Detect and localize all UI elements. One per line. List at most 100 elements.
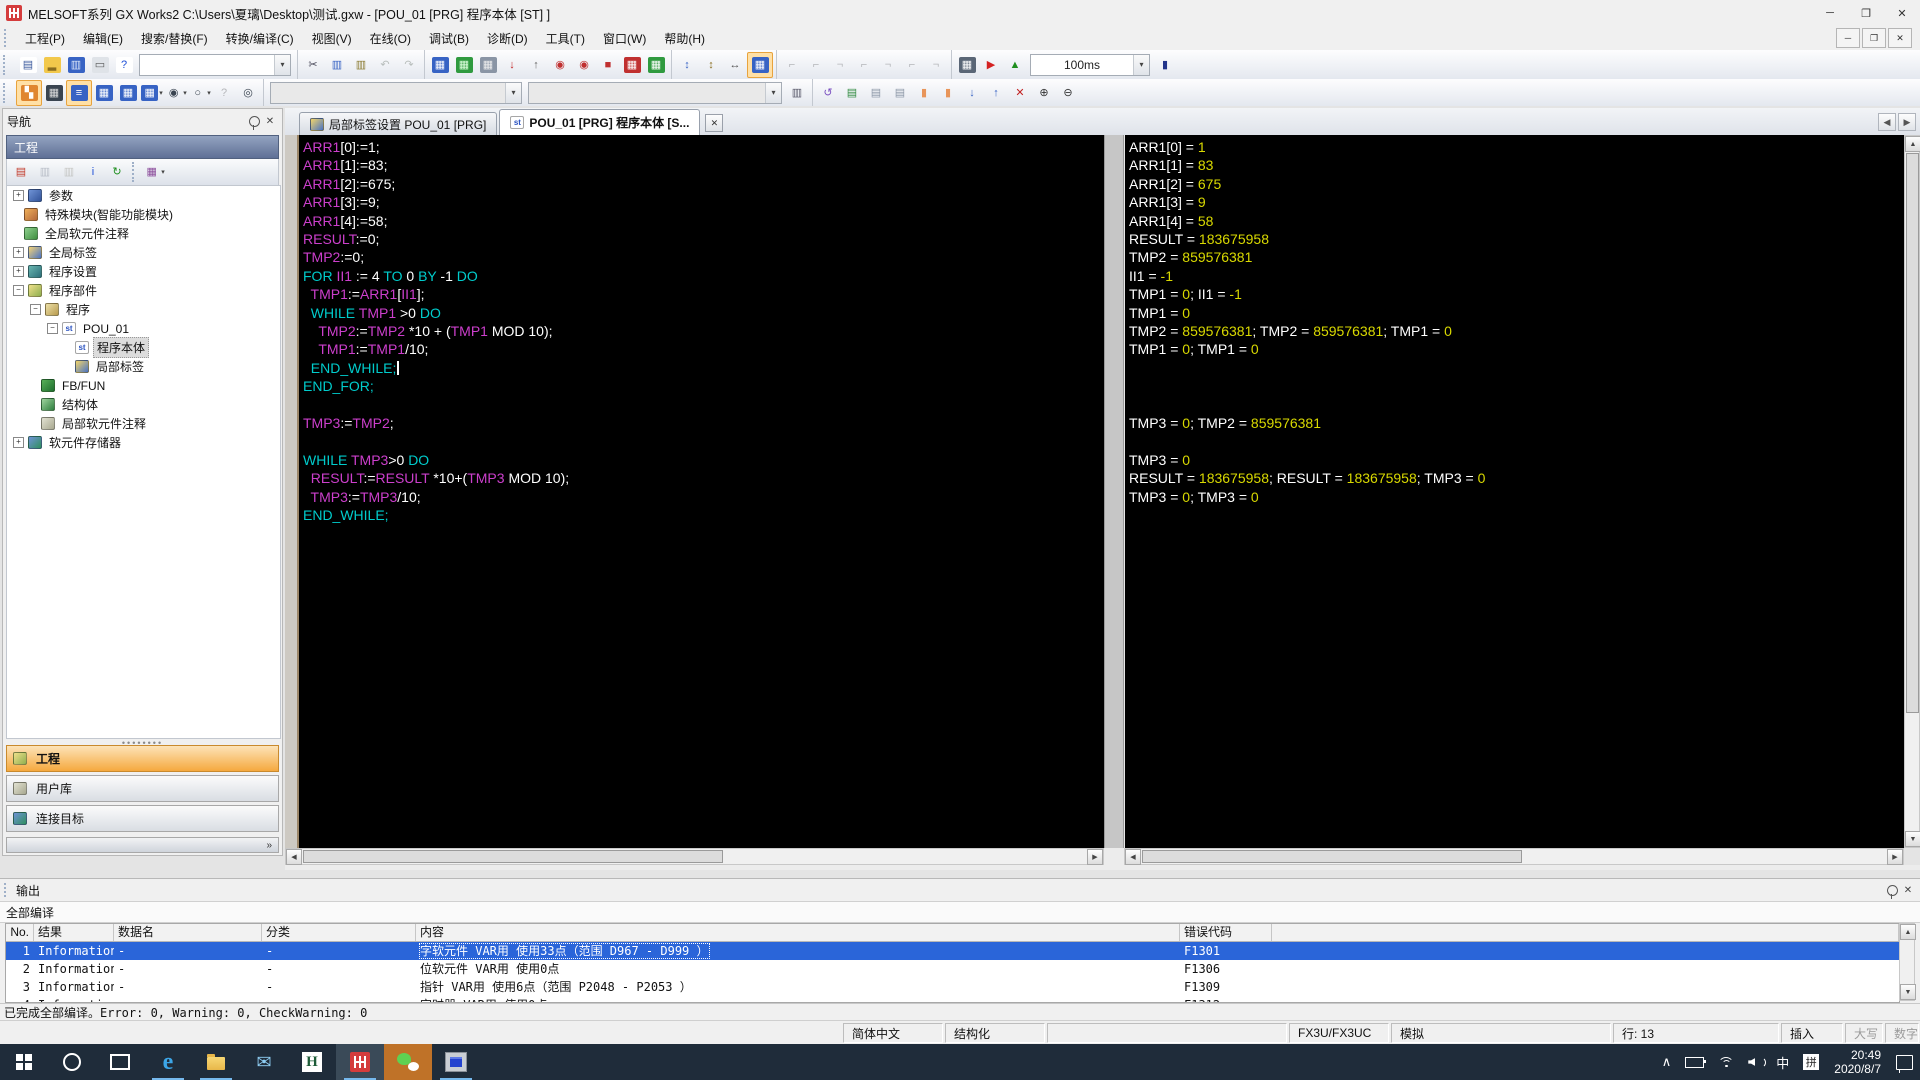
fb-selection-1-icon[interactable]: ▤: [864, 81, 888, 105]
column-header-4[interactable]: 分类: [262, 924, 416, 941]
zoom-in-icon[interactable]: ⊕: [1032, 81, 1056, 105]
tab-program-body-tab[interactable]: stPOU_01 [PRG] 程序本体 [S...: [499, 109, 700, 135]
taskbar-gx-works2-icon[interactable]: [336, 1044, 384, 1080]
expand-icon[interactable]: +: [13, 437, 24, 448]
code-horizontal-scrollbar[interactable]: ◀ ▶: [285, 848, 1104, 865]
monitor-scroll-thumb[interactable]: [1142, 850, 1522, 863]
menu-item-6[interactable]: 在线(O): [361, 27, 420, 50]
device-batch-icon[interactable]: ▦▾: [140, 81, 164, 105]
device-test-green-icon[interactable]: ▦: [644, 53, 668, 77]
scroll-down-icon[interactable]: ▼: [1905, 831, 1920, 847]
simulation-start-icon[interactable]: ▶: [979, 53, 1003, 77]
close-button[interactable]: ✕: [1884, 0, 1920, 26]
output-scrollbar[interactable]: ▲ ▼: [1899, 923, 1915, 1001]
help-icon[interactable]: ?: [112, 53, 136, 77]
simulation-option-icon[interactable]: ▮: [1153, 53, 1177, 77]
taskbar-file-explorer-icon[interactable]: [192, 1044, 240, 1080]
menu-item-5[interactable]: 视图(V): [303, 27, 361, 50]
save-project-icon[interactable]: ▥: [64, 53, 88, 77]
print-icon[interactable]: ▭: [88, 53, 112, 77]
zoom-out-icon[interactable]: ⊖: [1056, 81, 1080, 105]
expand-icon[interactable]: +: [13, 190, 24, 201]
label-bar-1-icon[interactable]: ▮: [912, 81, 936, 105]
st-undo-icon[interactable]: ↺: [816, 81, 840, 105]
fb-insert-icon[interactable]: ▤: [840, 81, 864, 105]
menu-item-8[interactable]: 诊断(D): [478, 27, 537, 50]
column-header-6[interactable]: 错误代码: [1180, 924, 1272, 941]
tree-item-parameter[interactable]: +参数: [7, 186, 280, 205]
output-row-4[interactable]: 4Information--定时器 VAR用 使用0点F1312: [6, 996, 1899, 1003]
tray-chevron-icon[interactable]: ∧: [1655, 1044, 1679, 1080]
expand-icon[interactable]: +: [13, 266, 24, 277]
menu-item-2[interactable]: 编辑(E): [74, 27, 132, 50]
editor-splitter[interactable]: [1104, 135, 1124, 848]
nav-refresh-icon[interactable]: ↻: [105, 160, 129, 184]
find-device-icon[interactable]: ○▾: [188, 81, 212, 105]
nav-button-user-library[interactable]: 用户库: [6, 775, 279, 802]
delete-label-icon[interactable]: ✕: [1008, 81, 1032, 105]
tree-item-program-body[interactable]: st程序本体: [7, 338, 280, 357]
close-icon[interactable]: ✕: [262, 113, 278, 129]
find-option-button[interactable]: ▥: [785, 81, 809, 105]
tab-scroll-right-icon[interactable]: ▶: [1898, 113, 1916, 131]
monitor-mode-icon[interactable]: ▦: [747, 52, 773, 78]
find-range-combo[interactable]: ▾: [528, 82, 782, 104]
label-bar-2-icon[interactable]: ▮: [936, 81, 960, 105]
scroll-down-icon[interactable]: ▼: [1900, 984, 1916, 1000]
module-configuration-icon[interactable]: ▦: [42, 81, 66, 105]
output-row-3[interactable]: 3Information--指针 VAR用 使用6点（范围 P2048 - P2…: [6, 978, 1899, 996]
expand-icon[interactable]: +: [13, 247, 24, 258]
scroll-left-icon[interactable]: ◀: [1125, 849, 1141, 865]
transfer-setup-2-icon[interactable]: ↕: [699, 53, 723, 77]
new-project-icon[interactable]: ▤: [16, 53, 40, 77]
menu-item-9[interactable]: 工具(T): [537, 27, 594, 50]
project-window-toggle-icon[interactable]: ▚: [16, 80, 42, 106]
monitor-watch-1-icon[interactable]: ◉: [548, 53, 572, 77]
tree-item-global-device-comment[interactable]: 全局软元件注释: [7, 224, 280, 243]
pin-icon[interactable]: [246, 113, 262, 129]
taskbar-gx-simulator-icon[interactable]: [432, 1044, 480, 1080]
monitor-stop-icon[interactable]: ■: [596, 53, 620, 77]
taskbar-h-app-icon[interactable]: H: [288, 1044, 336, 1080]
tree-item-program-parts[interactable]: −程序部件: [7, 281, 280, 300]
vertical-scrollbar[interactable]: ▲ ▼: [1904, 135, 1920, 848]
simulation-setting-icon[interactable]: ▦: [955, 53, 979, 77]
fb-selection-2-icon[interactable]: ▤: [888, 81, 912, 105]
column-header-3[interactable]: 数据名: [114, 924, 262, 941]
work-window-list-icon[interactable]: ≡: [66, 80, 92, 106]
taskbar-search-button-icon[interactable]: [48, 1044, 96, 1080]
close-icon[interactable]: ✕: [1900, 882, 1916, 898]
tab-scroll-left-icon[interactable]: ◀: [1878, 113, 1896, 131]
window-select-combo[interactable]: ▾: [139, 54, 291, 76]
taskbar-clock[interactable]: 20:492020/8/7: [1826, 1048, 1889, 1076]
tree-item-special-module[interactable]: 特殊模块(智能功能模块): [7, 205, 280, 224]
taskbar-wechat-icon[interactable]: [384, 1044, 432, 1080]
scroll-left-icon[interactable]: ◀: [286, 849, 302, 865]
restore-button[interactable]: ❐: [1848, 0, 1884, 26]
navigation-collapse-bar[interactable]: »: [6, 837, 279, 853]
device-display-format-icon[interactable]: ◉▾: [164, 81, 188, 105]
transfer-setup-1-icon[interactable]: ↕: [675, 53, 699, 77]
device-comment-icon[interactable]: ▦: [428, 53, 452, 77]
paste-icon[interactable]: ▥: [349, 53, 373, 77]
menu-item-7[interactable]: 调试(B): [420, 27, 478, 50]
scroll-up-icon[interactable]: ▲: [1905, 136, 1920, 152]
st-code-editor[interactable]: ARR1[0]:=1;ARR1[1]:=83;ARR1[2]:=675;ARR1…: [285, 135, 1104, 848]
taskbar-start-button-icon[interactable]: [0, 1044, 48, 1080]
minimize-button[interactable]: ─: [1812, 0, 1848, 26]
mdi-minimize-button[interactable]: ─: [1836, 28, 1860, 48]
device-comment-display-icon[interactable]: ▦: [92, 81, 116, 105]
scan-time-combo[interactable]: 100ms▾: [1030, 54, 1150, 76]
menu-item-10[interactable]: 窗口(W): [594, 27, 655, 50]
menu-item-3[interactable]: 搜索/替换(F): [132, 27, 217, 50]
cut-icon[interactable]: ✂: [301, 53, 325, 77]
device-test-red-icon[interactable]: ▦: [620, 53, 644, 77]
tree-item-structured-data[interactable]: 结构体: [7, 395, 280, 414]
action-center-icon[interactable]: [1889, 1044, 1920, 1080]
battery-icon[interactable]: [1678, 1044, 1711, 1080]
tree-item-global-label[interactable]: +全局标签: [7, 243, 280, 262]
nav-button-project[interactable]: 工程: [6, 745, 279, 772]
tree-item-fb-fun[interactable]: FB/FUN: [7, 376, 280, 395]
volume-icon[interactable]: [1741, 1044, 1769, 1080]
collapse-icon[interactable]: −: [13, 285, 24, 296]
